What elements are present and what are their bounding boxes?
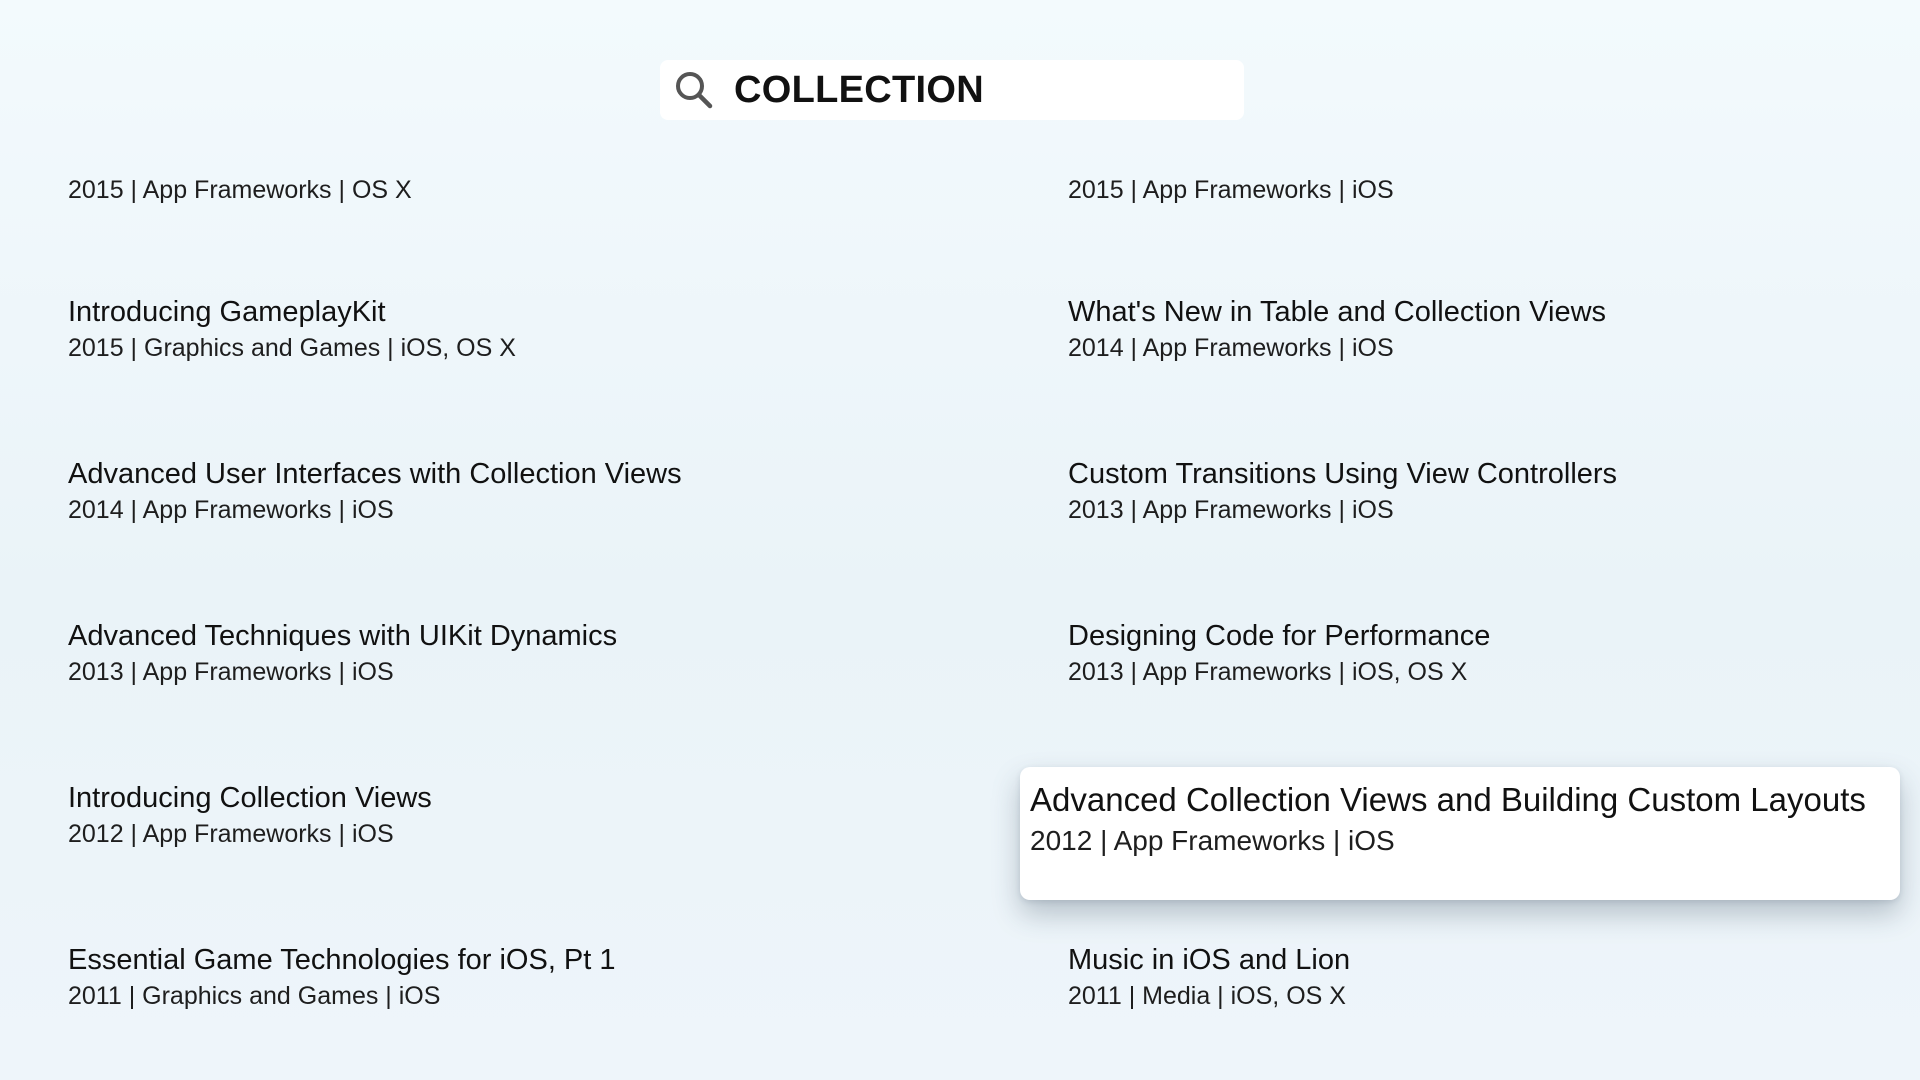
result-title: Custom Transitions Using View Controller… [1068, 458, 1618, 490]
result-title: Music in iOS and Lion [1068, 944, 1351, 976]
result-meta: 2014 | App Frameworks | iOS [1068, 334, 1394, 362]
result-meta: 2012 | App Frameworks | iOS [68, 820, 394, 848]
result-title: Essential Game Technologies for iOS, Pt … [68, 944, 616, 976]
result-meta: 2015 | App Frameworks | iOS [1068, 176, 1394, 204]
result-meta: 2013 | App Frameworks | iOS [68, 658, 394, 686]
result-title: Introducing Collection Views [68, 782, 432, 814]
result-meta: 2015 | App Frameworks | OS X [68, 176, 412, 204]
result-title: Advanced User Interfaces with Collection… [68, 458, 682, 490]
result-item[interactable]: Designing Code for Performance 2013 | Ap… [1068, 618, 1490, 688]
result-item[interactable]: Music in iOS and Lion 2011 | Media | iOS… [1068, 942, 1350, 1012]
result-item[interactable]: Essential Game Technologies for iOS, Pt … [68, 942, 616, 1012]
result-meta: 2014 | App Frameworks | iOS [68, 496, 394, 524]
result-item[interactable]: What's New in Table and Collection Views… [1068, 294, 1606, 364]
result-meta: 2013 | App Frameworks | iOS, OS X [1068, 658, 1468, 686]
result-meta: 2012 | App Frameworks | iOS [1030, 825, 1395, 856]
result-title: Advanced Collection Views and Building C… [1030, 781, 1866, 818]
result-item[interactable]: 2015 | App Frameworks | OS X [68, 172, 412, 206]
search-results-grid: 2015 | App Frameworks | OS X 2015 | App … [0, 0, 1920, 1080]
result-item[interactable]: Advanced User Interfaces with Collection… [68, 456, 682, 526]
result-item[interactable]: 2015 | App Frameworks | iOS [1068, 172, 1394, 206]
result-meta: 2011 | Graphics and Games | iOS [68, 982, 441, 1010]
result-item-focused[interactable]: Advanced Collection Views and Building C… [1020, 767, 1900, 900]
result-item[interactable]: Advanced Techniques with UIKit Dynamics … [68, 618, 617, 688]
result-title: Advanced Techniques with UIKit Dynamics [68, 620, 618, 652]
result-meta: 2015 | Graphics and Games | iOS, OS X [68, 334, 516, 362]
result-title: What's New in Table and Collection Views [1068, 296, 1607, 328]
result-meta: 2013 | App Frameworks | iOS [1068, 496, 1394, 524]
result-item[interactable]: Introducing GameplayKit 2015 | Graphics … [68, 294, 516, 364]
result-title: Introducing GameplayKit [68, 296, 386, 328]
result-meta: 2011 | Media | iOS, OS X [1068, 982, 1346, 1010]
result-item[interactable]: Custom Transitions Using View Controller… [1068, 456, 1617, 526]
result-item[interactable]: Introducing Collection Views 2012 | App … [68, 780, 432, 850]
result-title: Designing Code for Performance [1068, 620, 1491, 652]
